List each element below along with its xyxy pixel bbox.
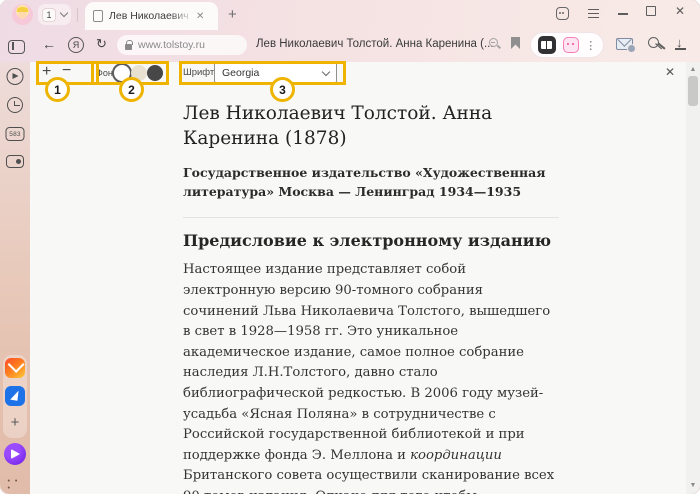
- browser-chrome: 1 Лев Николаевич Толст ✕ + ✕ ← Я ↻ www.t…: [0, 0, 700, 62]
- reader-article: Лев Николаевич Толстой. Анна Каренина (1…: [183, 62, 559, 494]
- chat-icon[interactable]: [556, 7, 569, 20]
- history-icon[interactable]: [7, 97, 23, 113]
- scroll-down-icon[interactable]: ▼: [686, 480, 700, 492]
- paragraph-italic-text: координации: [410, 448, 502, 463]
- tab-count: 1: [42, 8, 56, 22]
- download-icon[interactable]: ↓: [676, 35, 683, 50]
- minimize-button[interactable]: [618, 13, 628, 15]
- yandex-button[interactable]: Я: [68, 37, 84, 53]
- active-tab[interactable]: Лев Николаевич Толст ✕: [85, 2, 218, 30]
- yandex-disk-icon[interactable]: [5, 386, 25, 406]
- section-heading: Предисловие к электронному изданию: [183, 231, 559, 250]
- page-icon: [93, 10, 103, 22]
- url-pill[interactable]: www.tolstoy.ru: [117, 35, 247, 55]
- address-bar-page-title: Лев Николаевич Толстой. Анна Каренина (.…: [256, 38, 494, 50]
- reader-mode-icon[interactable]: [538, 36, 556, 54]
- window-close-button[interactable]: ✕: [675, 4, 685, 18]
- paragraph-text: Настоящее издание представляет собой эле…: [183, 262, 550, 462]
- alice-assistant-icon[interactable]: [4, 443, 26, 465]
- maximize-button[interactable]: [646, 6, 656, 16]
- annotation-badge-2: 2: [119, 77, 144, 102]
- tab-title: Лев Николаевич Толст: [109, 10, 194, 22]
- reload-button[interactable]: ↻: [96, 36, 107, 52]
- article-section: Предисловие к электронному изданию Насто…: [183, 217, 559, 494]
- browser-window: 1 Лев Николаевич Толст ✕ + ✕ ← Я ↻ www.t…: [0, 0, 700, 494]
- screencast-icon[interactable]: [6, 155, 24, 168]
- article-title: Лев Николаевич Толстой. Анна Каренина (1…: [183, 102, 559, 152]
- article-publisher: Государственное издательство «Художестве…: [183, 164, 559, 202]
- paragraph-text: Британского совета осуществили сканирова…: [183, 468, 554, 494]
- passwords-key-icon[interactable]: [648, 37, 659, 48]
- yandex-mail-icon[interactable]: [5, 358, 25, 378]
- more-icon[interactable]: ⋮: [585, 39, 596, 52]
- left-sidebar: 583 + • • •: [0, 62, 30, 494]
- chevron-down-icon: [60, 9, 68, 17]
- zoom-icon[interactable]: [489, 38, 498, 47]
- menu-icon[interactable]: [588, 9, 599, 18]
- new-tab-button[interactable]: +: [228, 7, 237, 23]
- url-text: www.tolstoy.ru: [138, 39, 205, 51]
- extensions-pill: ⋮: [531, 33, 603, 57]
- divider: [77, 8, 78, 22]
- annotation-badge-1: 1: [45, 77, 70, 102]
- tab-counter[interactable]: 1: [38, 4, 71, 25]
- tableau-badge[interactable]: 583: [6, 127, 25, 141]
- scrollbar[interactable]: ▲ ▼: [686, 62, 700, 494]
- sidebar-more-icon[interactable]: • • •: [8, 478, 23, 492]
- sidebar-toggle-icon[interactable]: [8, 40, 25, 54]
- back-button[interactable]: ←: [42, 36, 56, 52]
- video-icon[interactable]: [7, 68, 24, 85]
- scroll-up-icon[interactable]: ▲: [686, 64, 700, 76]
- lock-icon: [125, 44, 132, 50]
- tab-close-icon[interactable]: ✕: [196, 11, 204, 22]
- add-service-button[interactable]: +: [11, 414, 20, 431]
- bookmark-icon[interactable]: [511, 37, 520, 49]
- scrollbar-thumb[interactable]: [688, 76, 698, 106]
- alice-icon[interactable]: [563, 37, 579, 53]
- mail-icon[interactable]: [616, 38, 633, 50]
- article-paragraph: Настоящее издание представляет собой эле…: [183, 260, 559, 494]
- profile-avatar[interactable]: [12, 4, 33, 25]
- reader-close-icon[interactable]: ✕: [665, 65, 675, 79]
